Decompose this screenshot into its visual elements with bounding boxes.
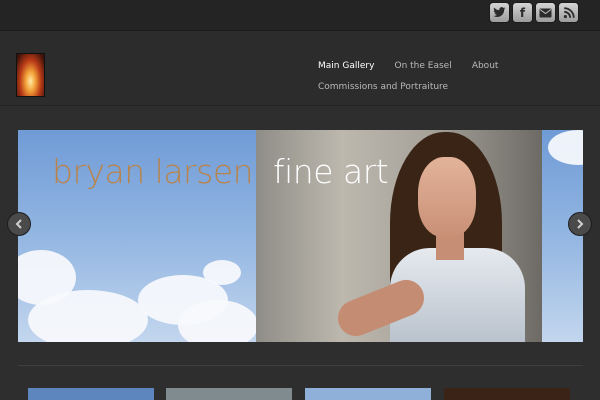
social-links: f bbox=[490, 3, 578, 22]
site-header: Main Gallery On the Easel About Commissi… bbox=[0, 31, 600, 106]
top-bar: f bbox=[0, 0, 600, 31]
content-divider bbox=[18, 365, 583, 366]
nav-item-about[interactable]: About bbox=[472, 59, 499, 74]
email-icon[interactable] bbox=[536, 3, 555, 22]
cloud bbox=[203, 260, 241, 285]
slider-next-button[interactable] bbox=[569, 213, 591, 235]
slider-prev-button[interactable] bbox=[8, 213, 30, 235]
hero-slider: bryan larsen fine art bbox=[18, 130, 583, 342]
hero-title-name: bryan larsen bbox=[52, 152, 254, 191]
facebook-icon[interactable]: f bbox=[513, 3, 532, 22]
thumbnail-4[interactable] bbox=[444, 388, 570, 400]
facebook-glyph: f bbox=[519, 5, 526, 20]
thumbnail-3[interactable] bbox=[305, 388, 431, 400]
portrait-face bbox=[418, 157, 476, 237]
chevron-right-icon bbox=[577, 219, 584, 229]
thumbnail-1[interactable] bbox=[28, 388, 154, 400]
nav-item-main-gallery[interactable]: Main Gallery bbox=[318, 59, 374, 74]
nav-item-on-the-easel[interactable]: On the Easel bbox=[395, 59, 452, 74]
hero-title-fine-art: fine art bbox=[273, 152, 389, 191]
twitter-icon[interactable] bbox=[490, 3, 509, 22]
main-navigation: Main Gallery On the Easel About Commissi… bbox=[318, 53, 578, 95]
cloud bbox=[548, 130, 583, 165]
cloud bbox=[178, 300, 258, 342]
nav-item-commissions[interactable]: Commissions and Portraiture bbox=[318, 80, 448, 95]
thumbnail-2[interactable] bbox=[166, 388, 292, 400]
rss-icon[interactable] bbox=[559, 3, 578, 22]
site-logo[interactable] bbox=[17, 54, 44, 96]
chevron-left-icon bbox=[15, 219, 22, 229]
cloud bbox=[28, 290, 148, 342]
